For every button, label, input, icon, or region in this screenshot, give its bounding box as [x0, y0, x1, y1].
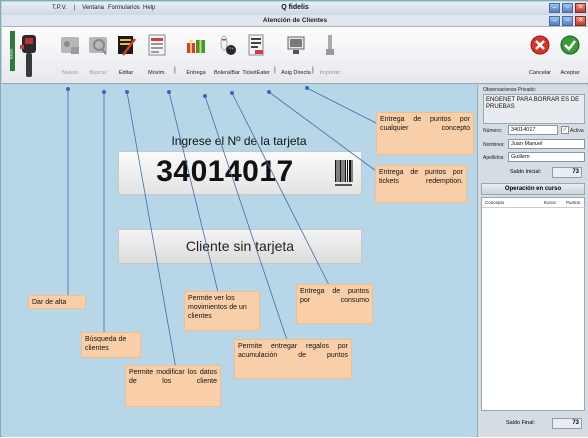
- saldo-inicial-row: Saldo Inicial: 73: [480, 167, 586, 179]
- saldo-inicial-label: Saldo Inicial:: [510, 169, 542, 175]
- toolbar: fidelis Nuevo Buscar Editar Movim. | Ent…: [2, 27, 588, 84]
- edit-icon: [118, 36, 136, 56]
- operacion-table[interactable]: Concepto Euros Puntos: [481, 197, 586, 411]
- minimize-button[interactable]: –: [549, 3, 560, 13]
- aceptar-button[interactable]: Aceptar: [553, 33, 587, 76]
- card-number-field[interactable]: 34014017: [118, 151, 362, 195]
- saldo-final-row: Saldo Final: 73: [480, 418, 586, 430]
- cancelar-button[interactable]: Cancelar: [523, 33, 557, 76]
- restore-button[interactable]: ▫: [562, 3, 573, 13]
- asig-directa-button[interactable]: Asig Directa: [278, 33, 314, 76]
- toolbar-separator: |: [274, 67, 276, 74]
- callout-entrega-puntos-tickets: Entrega de puntos por tickets redemption…: [375, 165, 467, 203]
- table-header-divider: [482, 207, 586, 208]
- movimientos-button[interactable]: Movim.: [139, 33, 175, 76]
- close-button[interactable]: ✕: [575, 3, 586, 13]
- barcode-icon: [335, 160, 353, 186]
- movimientos-label: Movim.: [148, 70, 166, 76]
- callout-puntos-consumo: Entrega de puntos por consumo: [296, 284, 373, 324]
- importar-label: Importar: [319, 70, 341, 76]
- activa-label: Activa: [570, 128, 584, 134]
- accept-icon: [560, 35, 580, 55]
- nombres-field[interactable]: Juan Manuel: [508, 139, 585, 149]
- inner-minimize-button[interactable]: –: [549, 16, 560, 26]
- svg-text:fidelis: fidelis: [9, 49, 14, 59]
- nombres-label: Nombres:: [483, 142, 505, 148]
- callout-dar-de-alta: Dar de alta: [28, 295, 86, 309]
- card-number-value: 34014017: [156, 155, 294, 188]
- inner-window-controls: – ▫ ✕: [549, 16, 586, 26]
- importar-button[interactable]: Importar: [312, 33, 348, 76]
- callout-entrega-puntos-concepto: Entrega de puntos por cualquier concepto: [376, 112, 474, 155]
- gift-icon: [187, 39, 205, 53]
- observaciones-label: Observaciones Privado:: [483, 87, 537, 93]
- app-window: T.P.V. | Ventana Formularios Help Q fide…: [0, 0, 588, 437]
- apellidos-field[interactable]: Guillem: [508, 152, 585, 162]
- col-puntos: Puntos: [566, 200, 581, 205]
- search-card-icon: [89, 37, 107, 55]
- card-reader-logo-icon: fidelis: [9, 31, 36, 77]
- cancelar-label: Cancelar: [528, 70, 551, 76]
- saldo-final-value: 73: [552, 418, 582, 429]
- new-card-icon: [61, 37, 79, 54]
- numero-label: Número:: [483, 128, 503, 134]
- activa-checkbox[interactable]: ✓: [561, 126, 569, 134]
- cliente-sin-tarjeta-button[interactable]: Cliente sin tarjeta: [118, 229, 362, 264]
- aceptar-label: Aceptar: [560, 70, 580, 76]
- inner-close-button[interactable]: ✕: [575, 16, 586, 26]
- saldo-final-label: Saldo Final:: [506, 420, 536, 426]
- observaciones-field[interactable]: ENGENET PARA BORRAR ES DE PRUEBAS: [483, 94, 585, 124]
- menu-bar: T.P.V. | Ventana Formularios Help Q fide…: [2, 2, 588, 15]
- apellidos-label: Apellidos:: [483, 155, 505, 161]
- callout-movimientos: Permite ver los movimientos de un client…: [184, 291, 260, 331]
- window-controls: – ▫ ✕: [549, 3, 586, 13]
- col-concepto: Concepto: [485, 200, 505, 205]
- callout-entregar-regalos: Permite entregar regalos por acumulación…: [234, 339, 352, 379]
- client-info-panel: Observaciones Privado: ENGENET PARA BORR…: [477, 85, 588, 437]
- app-title: Q fidelis: [281, 4, 309, 11]
- ticketeater-button[interactable]: TicketEater: [238, 33, 274, 76]
- numero-field[interactable]: 34014017: [508, 125, 558, 135]
- movements-icon: [148, 34, 166, 56]
- assign-icon: [287, 36, 305, 54]
- inner-restore-button[interactable]: ▫: [562, 16, 573, 26]
- ticketeater-label: TicketEater: [242, 70, 270, 76]
- cancel-icon: [530, 35, 550, 55]
- import-icon: [326, 35, 334, 55]
- callout-modificar-cliente: Permite modificar los datos de los clien…: [125, 365, 221, 407]
- window-title: Atención de Clientes: [262, 17, 328, 24]
- bowling-icon: [220, 35, 236, 55]
- ticket-icon: [248, 34, 264, 56]
- callout-busqueda-clientes: Búsqueda de clientes: [81, 332, 141, 358]
- toolbar-separator: |: [174, 67, 176, 74]
- saldo-inicial-value: 73: [552, 167, 582, 178]
- operacion-en-curso-header: Operación en curso: [481, 183, 585, 195]
- asig-directa-label: Asig Directa: [281, 70, 311, 76]
- col-euros: Euros: [544, 200, 556, 205]
- inner-title-bar: Atención de Clientes – ▫ ✕: [2, 15, 588, 27]
